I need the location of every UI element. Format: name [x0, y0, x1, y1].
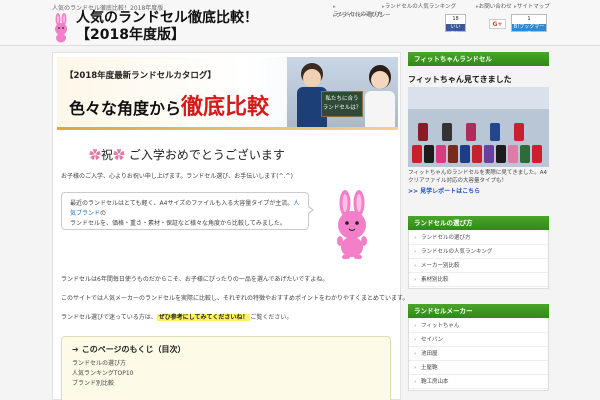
intro-text: お子様のご入学、心よりお祝い申し上げます。ランドセル選び、お手伝いします(^.^… [61, 173, 293, 180]
maker-list: フィットちゃん セイバン 池田屋 土屋鞄 鞄工房山本 [408, 318, 549, 391]
top-nav-col3: ▸お問い合わせ [476, 3, 512, 11]
congratulations-heading: ✿祝✿ ご入学おめでとうございます [89, 146, 285, 163]
hatena-bookmark-button[interactable]: 1 B!ブックマーク [511, 14, 547, 37]
hero-banner[interactable]: 【2018年度最新ランドセルカタログ】 色々な角度から徹底比較 私たちに合う ラ… [57, 57, 398, 129]
table-of-contents: ➔ このページのもくじ（目次） ランドセルの選び方 人気ランキングTOP10 ブラ… [61, 336, 391, 400]
widget-title: ランドセルの選び方 [408, 216, 549, 230]
fit-caption[interactable]: フィットちゃん見てきました [408, 74, 549, 85]
choose-list: ランドセルの選び方 ランドセルの人気ランキング メーカー別比較 素材別比較 [408, 230, 549, 289]
highlighted-text: ぜひ参考にしてみてくださいね！ [156, 314, 251, 321]
nav-link-contact[interactable]: ▸お問い合わせ [476, 3, 512, 11]
fit-widget: フィットちゃんランドセル フィットちゃん見てきました フィットちゃんのランドセル… [408, 52, 549, 195]
bubble-line2: ランドセルを、価格・重さ・素材・保証など様々な角度から比較してみました。 [70, 220, 286, 227]
bubble-tail-inner [307, 206, 312, 214]
congrats-text: ご入学おめでとうございます [128, 148, 285, 162]
toc-item[interactable]: ブランド別比較 [72, 379, 380, 389]
top-nav-col4: ▸サイトマップ [514, 3, 550, 11]
nav-link-sitemap[interactable]: ▸サイトマップ [514, 3, 550, 11]
toc-title: ➔ このページのもくじ（目次） [72, 345, 186, 354]
hatena-label: B!ブックマーク [512, 24, 546, 37]
site-title-line1: 人気のランドセル徹底比較！ [76, 10, 258, 26]
hatena-count: 1 [527, 16, 531, 22]
speech-bubble: 最近のランドセルはとても軽く、A4サイズのファイルも入る大容量タイプが主流。人気… [61, 192, 309, 230]
choose-widget: ランドセルの選び方 ランドセルの選び方 ランドセルの人気ランキング メーカー別比… [408, 216, 549, 289]
paragraph-3: ランドセル選びで迷っている方は、 ぜひ参考にしてみてくださいね！ ご覧ください。 [61, 314, 293, 321]
paragraph-2: このサイトでは人気メーカーのランドセルを実際に比較し、それぞれの特徴やおすすめポ… [61, 295, 409, 302]
toc-item[interactable]: 人気ランキングTOP10 [72, 369, 380, 379]
store-display-photo[interactable] [408, 87, 549, 167]
hero-heading: 色々な角度から徹底比較 [69, 89, 269, 121]
sign-line1: 私たちに合う [325, 96, 359, 102]
widget-title: フィットちゃんランドセル [408, 52, 549, 66]
celebration-kanji: 祝 [101, 148, 114, 162]
sidebar-link[interactable]: ランドセルの選び方 [409, 231, 548, 245]
google-plus-button[interactable]: G+ [489, 19, 506, 29]
hero-chalkboard-sign: 私たちに合う ランドセルは？ [321, 91, 363, 117]
sidebar-link[interactable]: セイバン [409, 333, 548, 347]
site-header: 人気のランドセル徹底比較！2018年度版 人気のランドセル徹底比較！ 【2018… [0, 0, 600, 46]
facebook-like-button[interactable]: 18 いいね！ [445, 14, 466, 37]
top-nav-col2: ▸ランドセルの人気ランキング [382, 3, 456, 11]
rabbit-mascot-icon [337, 190, 367, 259]
bubble-line1: 最近のランドセルはとても軽く、A4サイズのファイルも入る大容量タイプが主流。人気… [70, 200, 300, 217]
hero-heading-emphasis: 徹底比較 [181, 95, 270, 120]
sidebar-link[interactable]: メーカー別比較 [409, 259, 548, 273]
hero-catalog-label: 【2018年度最新ランドセルカタログ】 [65, 71, 216, 81]
sidebar-link[interactable]: フィットちゃん [409, 319, 548, 333]
flower-icon: ✿ [113, 148, 126, 162]
site-title[interactable]: 人気のランドセル徹底比較！ 【2018年度版】 [76, 10, 258, 44]
fit-more-link[interactable]: >> 見学レポートはこちら [408, 186, 549, 195]
rabbit-mascot-logo-icon[interactable] [52, 13, 70, 43]
widget-title: ランドセルメーカー [408, 304, 549, 318]
paragraph-1: ランドセルは6年間毎日使うものだからこそ、お子様にぴったりの一品を選んであげたい… [61, 276, 329, 283]
arrow-right-icon: ➔ [72, 345, 79, 354]
hero-divider [57, 127, 398, 130]
nav-link-ranking-spacer [333, 19, 441, 27]
sidebar-link[interactable]: ランドセルの人気ランキング [409, 245, 548, 259]
like-count: 18 [452, 16, 459, 22]
site-title-line2: 【2018年度版】 [76, 27, 185, 43]
toc-item[interactable]: ランドセルの選び方 [72, 359, 380, 369]
maker-widget: ランドセルメーカー フィットちゃん セイバン 池田屋 土屋鞄 鞄工房山本 [408, 304, 549, 391]
nav-link-privacy[interactable]: ▸プライバシーポリシー [333, 11, 391, 19]
main-content: 【2018年度最新ランドセルカタログ】 色々な角度から徹底比較 私たちに合う ラ… [52, 52, 408, 400]
flower-icon: ✿ [89, 148, 102, 162]
sidebar-link[interactable]: 池田屋 [409, 347, 548, 361]
like-label: いいね！ [446, 24, 465, 37]
hero-heading-prefix: 色々な角度から [69, 99, 182, 118]
sidebar-link[interactable]: 土屋鞄 [409, 361, 548, 375]
sidebar-link[interactable]: 素材別比較 [409, 273, 548, 287]
sidebar-link[interactable]: 鞄工房山本 [409, 375, 548, 389]
nav-link-ranking[interactable]: ▸ランドセルの人気ランキング [382, 3, 456, 11]
sign-line2: ランドセルは？ [322, 105, 362, 111]
fit-description: フィットちゃんのランドセルを実際に見てきました。A4クリアファイル対応の大容量タ… [408, 170, 547, 184]
